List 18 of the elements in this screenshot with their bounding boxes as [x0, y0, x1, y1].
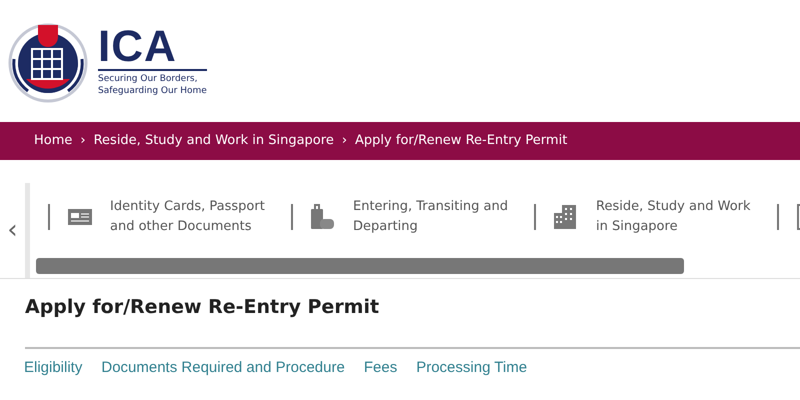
previous-button[interactable]: ‹	[0, 211, 25, 250]
logo-text: ICA	[98, 25, 178, 70]
section-link[interactable]: Processing Time	[416, 357, 528, 380]
breadcrumb-link[interactable]: Apply for/Renew Re-Entry Permit	[355, 131, 568, 151]
separator-icon: ›	[80, 131, 86, 151]
breadcrumb-link[interactable]: Reside, Study and Work in Singapore	[94, 131, 334, 151]
category-link[interactable]: Entering, Transiting and Departing	[353, 197, 508, 237]
category-link[interactable]: Reside, Study and Work in Singapore	[596, 197, 751, 237]
luggage-icon	[309, 203, 337, 231]
category-link[interactable]: Identity Cards, Passport and other Documents	[110, 197, 265, 237]
page-title: Apply for/Renew Re-Entry Permit	[24, 295, 380, 320]
tagline: Securing Our Borders, Safeguarding Our Home	[98, 69, 207, 97]
breadcrumb-link[interactable]: Home	[34, 131, 72, 151]
section-link[interactable]: Documents Required and Procedure	[101, 357, 345, 380]
section-link[interactable]: Eligibility	[24, 357, 82, 380]
separator-icon: ›	[342, 131, 348, 151]
section-link[interactable]: Fees	[364, 357, 398, 380]
scrollbar[interactable]	[36, 258, 684, 274]
